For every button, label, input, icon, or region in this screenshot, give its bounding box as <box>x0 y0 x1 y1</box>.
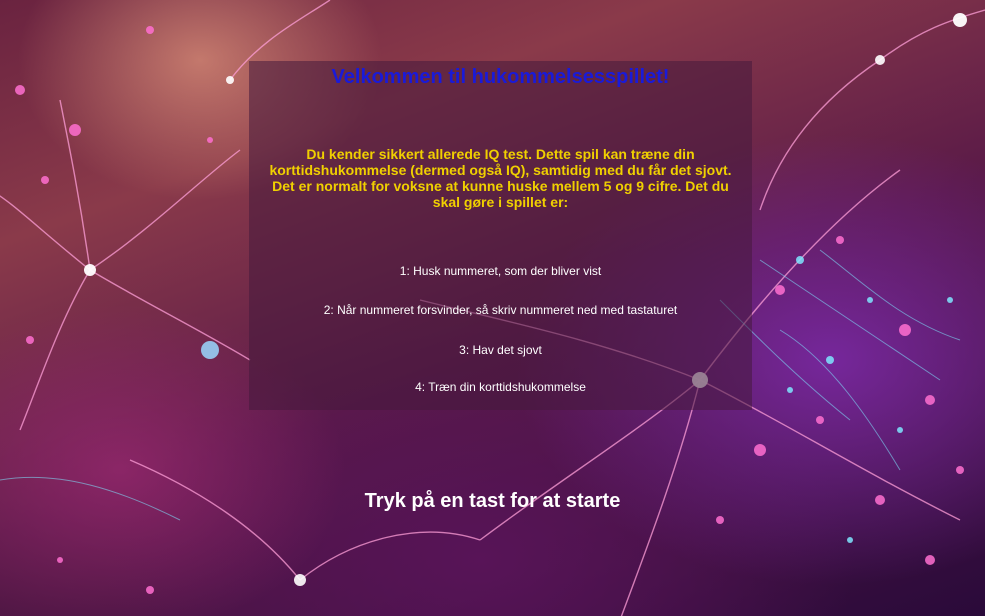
game-title: Velkommen til hukommelsesspillet! <box>331 66 670 88</box>
instruction-step-4: 4: Træn din korttidshukommelse <box>415 380 586 394</box>
instruction-step-1: 1: Husk nummeret, som der bliver vist <box>399 264 602 278</box>
start-prompt[interactable]: Tryk på en tast for at starte <box>0 490 985 513</box>
instruction-step-2: 2: Når nummeret forsvinder, så skriv num… <box>323 303 678 317</box>
game-screen[interactable]: Velkommen til hukommelsesspillet! Du ken… <box>0 0 985 616</box>
intro-text: Du kender sikkert allerede IQ test. Dett… <box>269 146 732 210</box>
instruction-step-3: 3: Hav det sjovt <box>459 343 542 357</box>
instructions-panel: Velkommen til hukommelsesspillet! Du ken… <box>249 61 752 410</box>
